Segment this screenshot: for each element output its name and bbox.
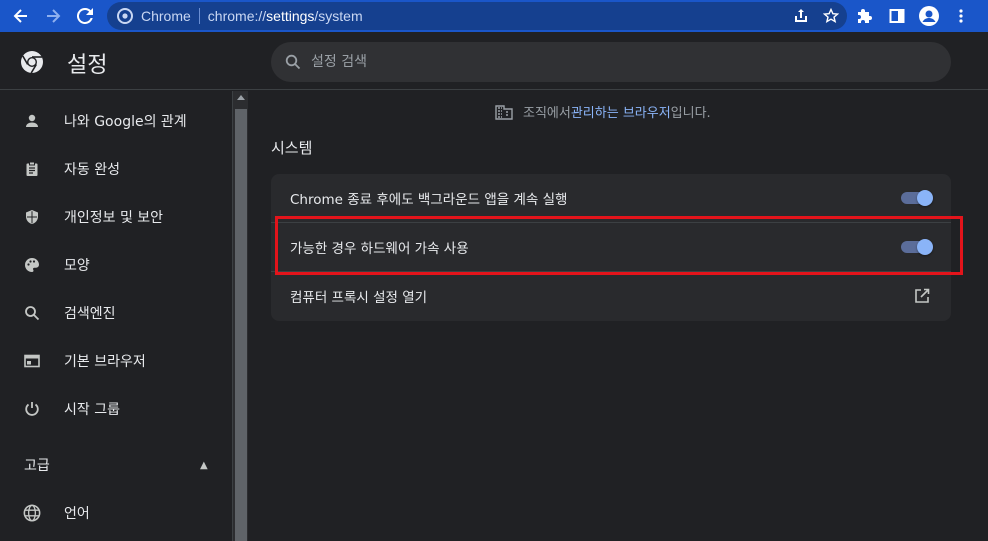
origin-chip-label: Chrome <box>141 8 191 24</box>
section-title: 시스템 <box>271 139 313 157</box>
proxy-settings-row[interactable]: 컴퓨터 프록시 설정 열기 <box>271 271 951 319</box>
search-icon <box>283 52 303 72</box>
system-settings-card: Chrome 종료 후에도 백그라운드 앱을 계속 실행 가능한 경우 하드웨어… <box>271 174 951 321</box>
star-icon <box>823 8 839 24</box>
sidebar-item-label: 검색엔진 <box>64 306 116 322</box>
sidebar-item-label: 시작 그룹 <box>64 402 120 418</box>
managed-suffix: 입니다. <box>670 106 711 121</box>
avatar-icon <box>919 6 939 26</box>
puzzle-icon <box>858 9 872 23</box>
power-icon <box>22 399 42 419</box>
sidebar-advanced-toggle[interactable]: 고급 ▲ <box>0 445 232 485</box>
sidebar-item-label: 자동 완성 <box>64 162 120 178</box>
back-arrow-icon <box>13 9 27 23</box>
hardware-acceleration-row[interactable]: 가능한 경우 하드웨어 가속 사용 <box>271 222 951 270</box>
chrome-icon <box>117 8 133 24</box>
clipboard-icon <box>22 159 42 179</box>
row-label: 컴퓨터 프록시 설정 열기 <box>290 289 428 306</box>
chrome-logo-icon <box>21 51 43 74</box>
kebab-menu-icon <box>959 9 963 23</box>
sidebar-item-label: 나와 Google의 관계 <box>64 114 187 130</box>
row-label: Chrome 종료 후에도 백그라운드 앱을 계속 실행 <box>290 192 568 208</box>
shield-icon <box>22 207 42 227</box>
managed-browser-notice: 조직에서 관리하는 브라우저 입니다. <box>495 102 711 121</box>
search-input[interactable] <box>311 54 911 70</box>
bookmark-button[interactable] <box>821 6 841 26</box>
side-panel-button[interactable] <box>887 6 907 26</box>
address-bar[interactable]: Chrome chrome://settings/system <box>107 2 847 30</box>
page-title: 설정 <box>67 53 108 78</box>
search-icon <box>22 303 42 323</box>
sidebar-scrollbar[interactable] <box>232 91 248 541</box>
palette-icon <box>22 255 42 275</box>
globe-icon <box>22 503 42 523</box>
share-button[interactable] <box>791 6 811 26</box>
external-link-icon[interactable] <box>913 287 931 305</box>
caret-up-icon: ▲ <box>200 459 208 471</box>
sidebar-item-search-engine[interactable]: 검색엔진 <box>0 293 232 333</box>
scrollbar-thumb[interactable] <box>235 109 247 541</box>
reload-button[interactable] <box>70 0 100 32</box>
forward-button[interactable] <box>38 0 68 32</box>
toolbar-right <box>855 0 971 32</box>
advanced-section-label: 고급 <box>24 458 50 474</box>
url-text: chrome://settings/system <box>207 8 363 24</box>
omnibox-actions <box>791 2 841 30</box>
managed-prefix: 조직에서 <box>523 106 571 121</box>
reload-icon <box>77 8 93 24</box>
scroll-up-arrow-icon[interactable] <box>237 95 245 100</box>
omnibox-separator <box>198 8 200 24</box>
hardware-acceleration-toggle[interactable] <box>901 238 933 255</box>
sidebar-item-appearance[interactable]: 모양 <box>0 245 232 285</box>
toggle-knob <box>917 190 933 206</box>
browser-toolbar: Chrome chrome://settings/system <box>0 0 988 32</box>
sidebar-item-default-browser[interactable]: 기본 브라우저 <box>0 341 232 381</box>
share-icon <box>795 9 807 22</box>
sidebar-item-you-and-google[interactable]: 나와 Google의 관계 <box>0 101 232 141</box>
sidebar-item-label: 모양 <box>64 258 90 274</box>
person-icon <box>22 111 42 131</box>
menu-button[interactable] <box>951 6 971 26</box>
sidebar-item-label: 개인정보 및 보안 <box>64 210 164 226</box>
forward-arrow-icon <box>47 9 61 23</box>
background-apps-toggle[interactable] <box>901 190 933 206</box>
side-panel-icon <box>889 9 905 23</box>
browser-window-icon <box>22 351 42 371</box>
profile-button[interactable] <box>919 6 939 26</box>
sidebar-item-languages[interactable]: 언어 <box>0 493 232 533</box>
sidebar-item-privacy[interactable]: 개인정보 및 보안 <box>0 197 232 237</box>
toggle-knob <box>917 238 933 255</box>
sidebar-item-autofill[interactable]: 자동 완성 <box>0 149 232 189</box>
back-button[interactable] <box>6 0 36 32</box>
building-icon <box>495 103 513 121</box>
extensions-button[interactable] <box>855 6 875 26</box>
settings-header: 설정 <box>0 32 988 90</box>
settings-main: 조직에서 관리하는 브라우저 입니다. 시스템 Chrome 종료 후에도 백그라… <box>249 91 988 541</box>
sidebar-item-on-startup[interactable]: 시작 그룹 <box>0 389 232 429</box>
row-label: 가능한 경우 하드웨어 가속 사용 <box>290 240 469 257</box>
managed-browser-link[interactable]: 관리하는 브라우저 <box>571 102 671 121</box>
settings-sidebar: 나와 Google의 관계 자동 완성 개인정보 및 보안 모양 검색엔진 기본… <box>0 91 232 541</box>
sidebar-item-label: 언어 <box>64 506 90 522</box>
sidebar-item-label: 기본 브라우저 <box>64 354 146 370</box>
settings-search[interactable] <box>271 42 951 82</box>
background-apps-row[interactable]: Chrome 종료 후에도 백그라운드 앱을 계속 실행 <box>271 174 951 222</box>
